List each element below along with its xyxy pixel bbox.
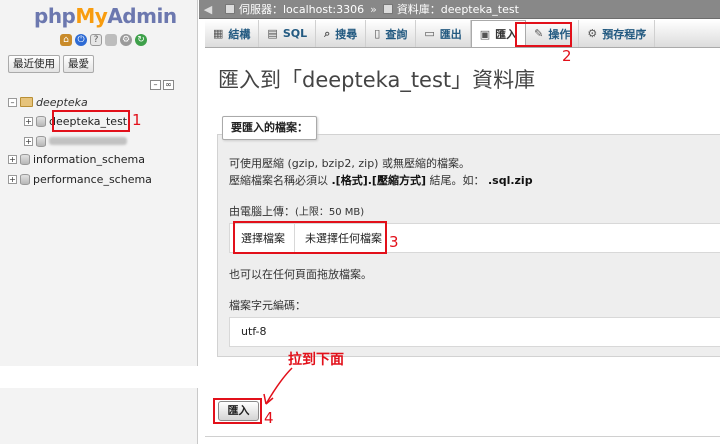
tree-item-label[interactable]: information_schema	[33, 153, 145, 166]
annotation-number-2: 2	[562, 47, 572, 65]
database-icon	[36, 135, 46, 147]
database-icon	[20, 153, 30, 165]
database-icon	[36, 115, 46, 127]
routines-icon: ⚙	[587, 27, 598, 40]
scroll-down-note: 拉到下面	[288, 352, 344, 368]
tab-routines[interactable]: ⚙ 預存程序	[579, 20, 656, 47]
fieldset-legend: 要匯入的檔案：	[222, 116, 317, 140]
expand-icon[interactable]: +	[24, 136, 33, 146]
arrow-head	[263, 393, 274, 405]
tree-controls: – ∞	[150, 80, 174, 90]
tree-item-label[interactable]: deepteka_test	[49, 115, 127, 128]
breadcrumb-database[interactable]: 資料庫：deepteka_test	[397, 1, 519, 17]
reload-icon[interactable]: ↻	[135, 34, 147, 46]
arrow-line	[265, 367, 293, 405]
docs-icon[interactable]: ?	[90, 34, 102, 46]
tree-item-deepteka-test[interactable]: + deepteka_test	[24, 113, 127, 129]
quick-icons: ⌂ ⏻ ? ⚙ ↻	[60, 34, 147, 46]
link-icon[interactable]: ∞	[163, 80, 174, 90]
tree-item-information-schema[interactable]: + information_schema	[8, 151, 145, 167]
divider	[205, 436, 720, 437]
tab-export[interactable]: ▭ 匯出	[416, 20, 471, 47]
upload-label: 由電腦上傳：(上限：50 MB)	[229, 205, 365, 218]
import-submit-button[interactable]: 匯入	[218, 401, 259, 421]
logout-icon[interactable]: ⏻	[75, 34, 87, 46]
breadcrumb-server[interactable]: 伺服器：localhost:3306	[239, 1, 364, 17]
tree-group-label: deepteka	[36, 95, 88, 109]
expand-icon[interactable]: +	[8, 154, 17, 164]
database-icon	[382, 4, 393, 14]
tree-group-deepteka[interactable]: – deepteka	[8, 94, 88, 110]
sql-icon: ▤	[267, 27, 278, 40]
home-icon[interactable]: ⌂	[60, 34, 72, 46]
tab-import[interactable]: ▣ 匯入	[470, 20, 527, 47]
dragdrop-hint: 也可以在任何頁面拖放檔案。	[229, 268, 372, 281]
file-input-group	[229, 223, 720, 253]
charset-label: 檔案字元編碼：	[229, 299, 306, 312]
tree-item-redacted[interactable]: +	[24, 133, 127, 149]
file-status-text: 未選擇任何檔案	[305, 232, 382, 245]
structure-icon: ▦	[213, 27, 224, 40]
server-icon	[225, 4, 235, 14]
back-arrow-icon[interactable]: ◀	[201, 3, 215, 16]
compression-info-line2: 壓縮檔案名稱必須以 .[格式].[壓縮方式] 結尾。如： .sql.zip	[229, 174, 533, 187]
wrench-icon: ✎	[534, 27, 544, 40]
tree-item-label[interactable]: performance_schema	[33, 173, 152, 186]
annotation-number-4: 4	[264, 409, 274, 427]
tab-structure[interactable]: ▦ 結構	[205, 20, 260, 47]
tab-query[interactable]: ▯ 查詢	[366, 20, 417, 47]
collapse-all-icon[interactable]: –	[150, 80, 161, 90]
screenshot-gap	[0, 366, 200, 388]
tab-search[interactable]: ⌕ 搜尋	[316, 20, 367, 47]
favorites-button[interactable]: 最愛	[63, 55, 94, 73]
file-input-divider	[294, 224, 295, 252]
expand-icon[interactable]: +	[24, 116, 33, 126]
annotation-number-3: 3	[389, 233, 399, 251]
sql-query-icon[interactable]	[105, 34, 117, 46]
tab-operations[interactable]: ✎ 操作	[526, 20, 580, 47]
choose-file-button[interactable]: 選擇檔案	[241, 230, 285, 246]
redacted-label	[49, 137, 127, 145]
phpmyadmin-logo[interactable]: phpMyAdmin	[34, 4, 177, 28]
page-title: 匯入到「deepteka_test」資料庫	[218, 68, 536, 92]
recent-button[interactable]: 最近使用	[8, 55, 60, 73]
folder-icon	[20, 97, 33, 107]
collapse-icon[interactable]: –	[8, 97, 17, 107]
database-icon	[20, 173, 30, 185]
upload-limit: (上限：50 MB)	[295, 207, 365, 218]
compression-info-line1: 可使用壓縮 (gzip, bzip2, zip) 或無壓縮的檔案。	[229, 157, 470, 170]
tab-bar: ▦ 結構 ▤ SQL ⌕ 搜尋 ▯ 查詢 ▭ 匯出 ▣ 匯入 ✎ 操作 ⚙ 預存程序	[205, 20, 720, 48]
gear-icon[interactable]: ⚙	[120, 34, 132, 46]
tab-sql[interactable]: ▤ SQL	[259, 20, 317, 47]
tree-item-performance-schema[interactable]: + performance_schema	[8, 171, 152, 187]
export-icon: ▭	[424, 27, 435, 40]
breadcrumb: ◀ 伺服器：localhost:3306 » 資料庫：deepteka_test	[199, 0, 720, 19]
search-icon: ⌕	[324, 26, 331, 40]
annotation-number-1: 1	[132, 111, 142, 129]
expand-icon[interactable]: +	[8, 174, 17, 184]
import-icon: ▣	[479, 27, 491, 41]
breadcrumb-separator: »	[370, 2, 377, 16]
query-icon: ▯	[374, 27, 381, 40]
charset-select[interactable]: utf-8	[229, 317, 720, 347]
